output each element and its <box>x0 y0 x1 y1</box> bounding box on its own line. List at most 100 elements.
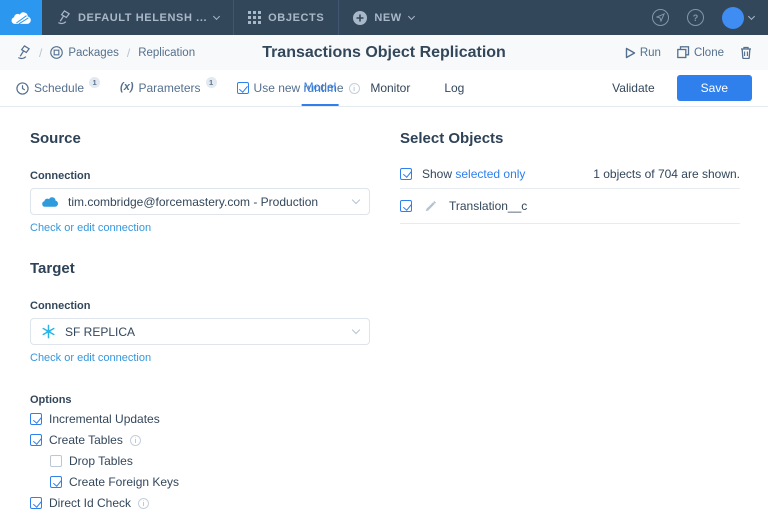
snowflake-icon <box>41 324 56 339</box>
breadcrumb-current: Replication <box>138 47 195 59</box>
breadcrumb-separator: / <box>127 46 130 60</box>
objects-filter-row: Show selected only 1 objects of 704 are … <box>400 159 740 189</box>
target-connection-value: SF REPLICA <box>65 325 344 339</box>
schedule-count-badge: 1 <box>89 77 100 88</box>
play-icon <box>625 47 636 59</box>
page-title: Transactions Object Replication <box>262 44 506 62</box>
create-tables-checkbox[interactable] <box>30 434 42 446</box>
plus-circle-icon <box>353 11 367 25</box>
breadcrumb-workspace-icon[interactable] <box>16 45 31 60</box>
show-selected-only-checkbox[interactable] <box>400 168 412 180</box>
whats-new-compass-icon[interactable] <box>652 9 669 26</box>
top-navigation-bar: DEFAULT HELENSH ... OBJECTS NEW <box>0 0 768 35</box>
avatar <box>722 7 744 29</box>
package-toolbar: Schedule 1 (x) Parameters 1 Use new runt… <box>0 70 768 107</box>
workspace-switcher[interactable]: DEFAULT HELENSH ... <box>42 0 233 35</box>
parameters-x-icon: (x) <box>120 81 133 93</box>
toolbar-right-group: Validate Save <box>612 75 752 101</box>
breadcrumb-packages[interactable]: Packages <box>50 46 119 59</box>
breadcrumb: / Packages / Replication <box>16 45 195 60</box>
app-logo[interactable] <box>0 0 42 35</box>
validate-button[interactable]: Validate <box>612 81 654 95</box>
chevron-down-icon <box>352 326 360 334</box>
drop-tables-checkbox[interactable] <box>50 455 62 467</box>
source-check-connection-link[interactable]: Check or edit connection <box>30 222 370 234</box>
objects-count-text: 1 objects of 704 are shown. <box>593 167 740 181</box>
option-create-foreign-keys[interactable]: Create Foreign Keys <box>50 474 370 490</box>
option-label: Incremental Updates <box>49 412 160 426</box>
create-foreign-keys-checkbox[interactable] <box>50 476 62 488</box>
option-label: Drop Tables <box>69 454 133 468</box>
target-connection-label: Connection <box>30 300 370 312</box>
workspace-icon <box>56 10 71 25</box>
packages-icon <box>50 46 63 59</box>
object-row-translation[interactable]: Translation__c <box>400 189 740 224</box>
tab-model[interactable]: Model <box>302 70 339 106</box>
source-heading: Source <box>30 130 370 147</box>
new-menu-label: NEW <box>374 12 401 24</box>
show-label: Show selected only <box>422 167 525 181</box>
objects-menu[interactable]: OBJECTS <box>234 0 338 35</box>
parameters-label: Parameters <box>139 81 201 95</box>
option-label: Create Foreign Keys <box>69 475 179 489</box>
trash-icon <box>740 46 752 59</box>
target-heading: Target <box>30 260 370 277</box>
chevron-down-icon <box>213 12 220 19</box>
objects-menu-label: OBJECTS <box>268 12 324 24</box>
option-label: Direct Id Check <box>49 496 131 510</box>
direct-id-check-checkbox[interactable] <box>30 497 42 509</box>
header-actions: Run Clone <box>625 46 752 59</box>
parameters-button[interactable]: (x) Parameters 1 <box>120 81 216 95</box>
option-label: Create Tables <box>49 433 123 447</box>
header-bar: / Packages / Replication Transactions Ob… <box>0 35 768 70</box>
view-tabs: Model Monitor Log <box>302 70 467 106</box>
delete-button[interactable] <box>740 46 752 59</box>
source-connection-value: tim.combridge@forcemastery.com - Product… <box>68 195 344 209</box>
schedule-label: Schedule <box>34 81 84 95</box>
clone-button[interactable]: Clone <box>677 46 724 59</box>
salesforce-cloud-icon <box>41 195 59 208</box>
workspace-name: DEFAULT HELENSH ... <box>78 12 207 24</box>
help-icon[interactable]: ? <box>687 9 704 26</box>
select-objects-panel: Select Objects Show selected only 1 obje… <box>400 130 740 224</box>
tab-log[interactable]: Log <box>442 70 466 106</box>
chevron-down-icon <box>748 12 755 19</box>
chevron-down-icon <box>352 196 360 204</box>
edit-pencil-icon[interactable] <box>424 200 437 213</box>
option-create-tables[interactable]: Create Tables i <box>30 432 370 448</box>
clock-icon <box>16 82 29 95</box>
run-label: Run <box>640 47 661 59</box>
option-drop-tables[interactable]: Drop Tables <box>50 453 370 469</box>
new-menu[interactable]: NEW <box>339 0 427 35</box>
breadcrumb-separator: / <box>39 46 42 60</box>
breadcrumb-packages-label: Packages <box>68 47 119 59</box>
source-target-panel: Source Connection tim.combridge@forcemas… <box>30 130 370 511</box>
clone-label: Clone <box>694 47 724 59</box>
topbar-right-group: ? <box>652 7 768 29</box>
chevron-down-icon <box>408 12 415 19</box>
source-connection-label: Connection <box>30 170 370 182</box>
option-incremental-updates[interactable]: Incremental Updates <box>30 411 370 427</box>
grid-icon <box>248 11 261 24</box>
option-direct-id-check[interactable]: Direct Id Check i <box>30 495 370 511</box>
info-icon[interactable]: i <box>138 498 149 509</box>
schedule-button[interactable]: Schedule 1 <box>16 81 100 95</box>
clone-icon <box>677 46 690 59</box>
object-checkbox[interactable] <box>400 200 412 212</box>
target-check-connection-link[interactable]: Check or edit connection <box>30 352 370 364</box>
cloud-logo-icon <box>10 10 32 25</box>
info-icon[interactable]: i <box>130 435 141 446</box>
select-objects-heading: Select Objects <box>400 130 740 147</box>
use-new-runtime-checkbox[interactable] <box>237 82 249 94</box>
incremental-updates-checkbox[interactable] <box>30 413 42 425</box>
user-menu[interactable] <box>722 7 754 29</box>
options-heading: Options <box>30 394 370 406</box>
source-connection-select[interactable]: tim.combridge@forcemastery.com - Product… <box>30 188 370 215</box>
object-name: Translation__c <box>449 199 527 213</box>
selected-only-link[interactable]: selected only <box>455 167 525 181</box>
parameters-count-badge: 1 <box>206 77 217 88</box>
target-connection-select[interactable]: SF REPLICA <box>30 318 370 345</box>
save-button[interactable]: Save <box>677 75 752 101</box>
run-button[interactable]: Run <box>625 47 661 59</box>
tab-monitor[interactable]: Monitor <box>368 70 412 106</box>
